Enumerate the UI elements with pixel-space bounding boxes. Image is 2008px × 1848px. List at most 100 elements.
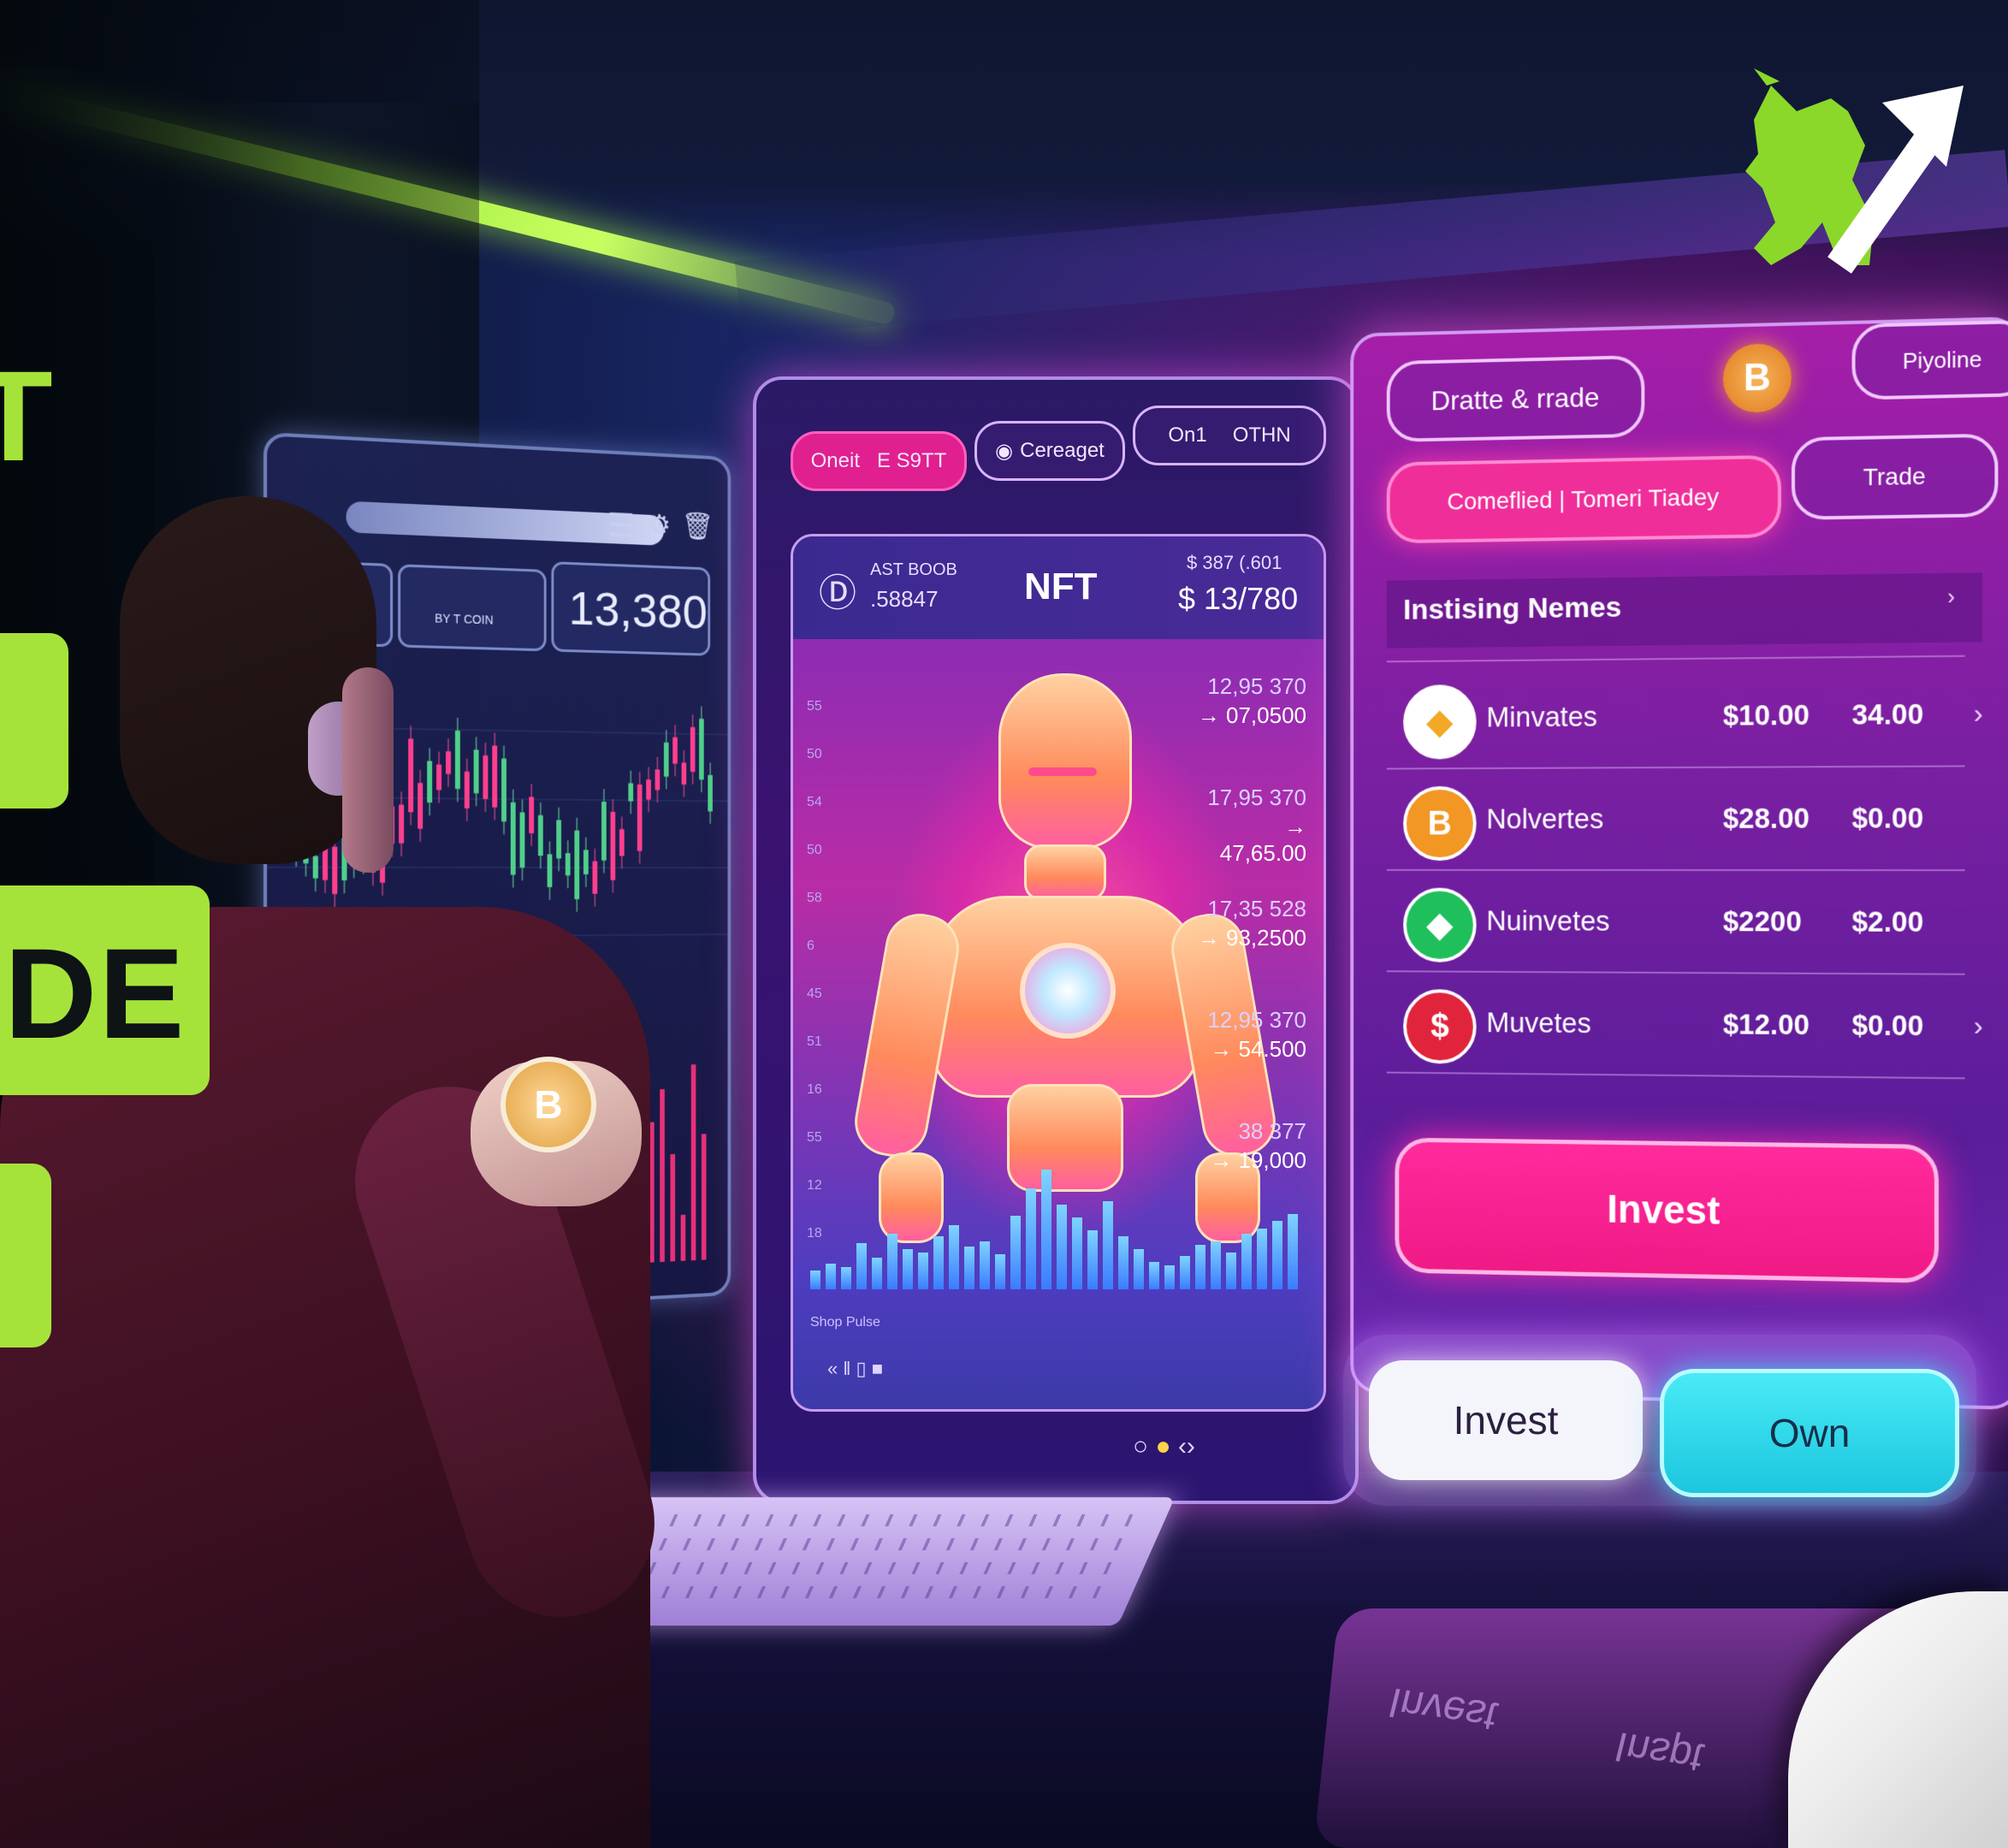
stat-box-2[interactable]: BY T COIN: [398, 564, 547, 651]
nft-id: .58847: [870, 586, 939, 613]
nft-bar: [1195, 1245, 1205, 1289]
ticker-label: 17,95 370: [1195, 785, 1306, 811]
row-divider: [1387, 765, 1965, 769]
reflection-text-2: Inspt: [1610, 1722, 1709, 1781]
settings-icon[interactable]: ⚙: [648, 508, 671, 541]
nft-bar: [918, 1253, 928, 1289]
nft-card[interactable]: Ⓓ AST BOOB .58847 NFT $ 387 (.601 $ 13/7…: [791, 534, 1326, 1412]
nft-bar: [872, 1258, 882, 1289]
nft-bar: [856, 1243, 867, 1289]
candle: [583, 850, 589, 874]
trade-label: Trade: [1863, 463, 1926, 492]
page-dot-1[interactable]: ○: [1133, 1432, 1148, 1460]
nft-monitor: Oneit E S9TT ◉ Cereaget On1 OTHN Ⓓ AST B…: [753, 376, 1359, 1504]
invest-toggle-button[interactable]: Invest: [1369, 1360, 1643, 1480]
asset-name: Nuinvetes: [1486, 905, 1609, 938]
trade-button[interactable]: Trade: [1792, 434, 1999, 520]
page-dot-2[interactable]: ●: [1155, 1432, 1170, 1460]
reflection-text-1: Invest: [1383, 1678, 1502, 1739]
person-face: [342, 667, 394, 873]
tab-cereaget[interactable]: ◉ Cereaget: [974, 421, 1125, 481]
candle: [566, 853, 571, 875]
nft-bar: [1180, 1256, 1190, 1289]
tab-on1[interactable]: On1: [1168, 424, 1206, 447]
candle: [436, 765, 441, 791]
stat-box-price[interactable]: 13,380: [551, 561, 710, 656]
asset-name: Minvates: [1486, 701, 1597, 734]
trading-panel: Dratte & rrade B Piyoline Comeflied | To…: [1350, 317, 2008, 1410]
trash-icon[interactable]: 🗑: [682, 510, 714, 543]
nft-controls[interactable]: « ‖ ▯ ■: [827, 1358, 883, 1380]
nft-price-top: $ 387 (.601: [1187, 552, 1282, 574]
nft-bar: [949, 1225, 959, 1289]
page-dot-3[interactable]: ‹›: [1178, 1432, 1195, 1460]
asset-row[interactable]: B Nolvertes $28.00 $0.00: [1387, 772, 2000, 868]
nft-bar: [933, 1236, 944, 1289]
candle: [637, 785, 643, 851]
pipeline-pill[interactable]: Piyoline: [1852, 320, 2008, 400]
nft-bar: [841, 1267, 851, 1289]
asset-row[interactable]: ◆ Minvates $10.00 34.00 ›: [1387, 668, 2000, 767]
gem-icon: ◆: [1403, 888, 1477, 962]
invest-button[interactable]: Invest: [1395, 1138, 1939, 1283]
robot-head: [998, 673, 1132, 850]
candle: [699, 719, 704, 779]
robot-neck: [1024, 844, 1106, 901]
menu-icon[interactable]: ☰: [607, 506, 635, 546]
nft-bar: [1272, 1221, 1282, 1289]
asset-price: $2200: [1723, 905, 1802, 938]
nft-bar: [1057, 1205, 1067, 1289]
nft-bar: [826, 1264, 836, 1289]
nft-y-tick: 50: [807, 747, 822, 762]
comeflied-pill[interactable]: Comeflied | Tomeri Tiadey: [1387, 455, 1781, 544]
ticker-label: 38 377: [1195, 1118, 1306, 1145]
nft-card-header: Ⓓ AST BOOB .58847 NFT $ 387 (.601 $ 13/7…: [793, 536, 1324, 639]
row-divider: [1387, 970, 1965, 974]
nft-bar: [1134, 1249, 1144, 1289]
candle: [574, 831, 579, 899]
tab-othn[interactable]: OTHN: [1233, 424, 1291, 447]
trade-header-pill[interactable]: Dratte & rrade: [1387, 355, 1645, 442]
tab-oneit[interactable]: Oneit: [811, 449, 860, 473]
nft-bar: [1257, 1229, 1267, 1289]
invest-toggle-label: Invest: [1454, 1397, 1559, 1443]
nft-bar: [1226, 1253, 1236, 1289]
bitcoin-icon[interactable]: B: [1723, 343, 1792, 413]
nft-footer: Shop Pulse: [810, 1315, 880, 1330]
candle: [628, 783, 633, 801]
candle: [501, 759, 506, 822]
candle: [611, 812, 616, 880]
candle: [593, 862, 598, 894]
nft-bar: [810, 1270, 820, 1289]
candle: [556, 820, 561, 859]
nft-bar-chart: [810, 1170, 1306, 1298]
candle: [332, 847, 337, 894]
nft-y-tick: 6: [807, 939, 814, 954]
nft-bar: [1072, 1217, 1082, 1289]
candle: [619, 829, 625, 856]
nft-bar: [1149, 1262, 1159, 1289]
tab-group-right[interactable]: On1 OTHN: [1133, 406, 1326, 465]
nft-bar: [980, 1241, 990, 1289]
nft-y-tick: 58: [807, 891, 822, 906]
row-divider: [1387, 869, 1965, 871]
chevron-right-icon[interactable]: ›: [1947, 583, 1955, 611]
asset-row[interactable]: $ Muvetes $12.00 $0.00 ›: [1387, 977, 2000, 1076]
bull-logo: [1720, 51, 1976, 282]
candle: [529, 797, 534, 833]
nft-bar: [964, 1247, 974, 1289]
trade-header-label: Dratte & rrade: [1431, 382, 1600, 417]
own-toggle-button[interactable]: Own: [1660, 1369, 1959, 1497]
volume-bar: [660, 1089, 665, 1262]
candle: [408, 738, 413, 812]
tab-toggle[interactable]: Oneit E S9TT: [791, 431, 967, 491]
volume-bar: [670, 1154, 675, 1262]
ticker-value: → 54.500: [1195, 1036, 1306, 1063]
pagination-dots[interactable]: ○ ● ‹›: [1133, 1432, 1195, 1461]
candle: [511, 803, 516, 875]
nft-bar: [1164, 1265, 1175, 1289]
asset-price: $12.00: [1723, 1008, 1810, 1041]
asset-list: ◆ Minvates $10.00 34.00 › B Nolvertes $28.00 $0.…: [1387, 668, 2000, 1103]
tab-esott[interactable]: E S9TT: [877, 449, 946, 473]
asset-row[interactable]: ◆ Nuinvetes $2200 $2.00: [1387, 876, 2000, 972]
